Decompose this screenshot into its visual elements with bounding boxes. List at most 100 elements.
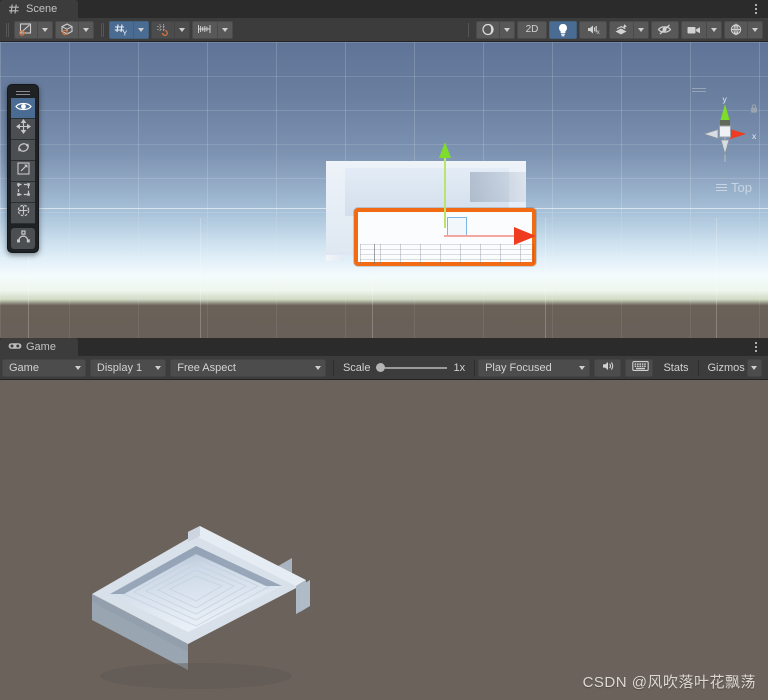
toolbar-divider <box>101 22 102 37</box>
tabbar-empty-space <box>78 0 750 18</box>
play-mode-selector[interactable]: Play Focused <box>478 358 591 377</box>
shading-mode-dropdown[interactable] <box>500 20 515 39</box>
toolbar-divider <box>333 359 334 376</box>
tab-scene-label: Scene <box>26 3 58 15</box>
scene-wall-shadow <box>470 172 526 202</box>
grid-snapping-dropdown[interactable] <box>175 20 190 39</box>
camera-dropdown[interactable] <box>707 20 722 39</box>
grid-hash-icon <box>8 3 21 15</box>
chevron-down-icon <box>222 27 228 32</box>
chevron-down-icon <box>155 365 162 370</box>
move-arrows-icon <box>15 119 31 139</box>
rect-tool-button[interactable] <box>11 182 35 203</box>
scene-tool-gizmos[interactable] <box>723 20 764 39</box>
transform-tool-button[interactable] <box>11 203 35 224</box>
game-view-selector[interactable]: Game <box>2 358 86 377</box>
scale-tool-button[interactable] <box>11 161 35 182</box>
scene-more-options-icon[interactable] <box>750 0 768 18</box>
mute-audio-button[interactable] <box>594 358 622 377</box>
white-open-box-mesh <box>92 526 310 689</box>
half-sphere-icon[interactable] <box>476 20 500 39</box>
ruler-increment-icon[interactable] <box>192 20 218 39</box>
transform-handle-y-axis[interactable] <box>444 148 446 228</box>
scene-viewport[interactable]: y x Top <box>0 42 768 338</box>
chevron-down-icon <box>579 365 586 370</box>
shaded-wireframe-icon[interactable] <box>14 20 38 39</box>
aspect-selector-value: Free Aspect <box>177 361 236 374</box>
gizmos-dropdown[interactable] <box>746 358 763 377</box>
transform-handle-plane[interactable] <box>447 217 467 237</box>
scene-tool-shading-mode[interactable] <box>475 20 516 39</box>
game-more-options-icon[interactable] <box>750 338 768 356</box>
speaker-icon <box>601 360 616 375</box>
tab-scene[interactable]: Scene <box>0 0 78 18</box>
gizmo-globe-icon[interactable] <box>724 20 748 39</box>
object-edge-tick <box>374 244 375 264</box>
play-mode-selector-value: Play Focused <box>485 361 552 374</box>
lightbulb-icon[interactable] <box>549 20 577 39</box>
toolbar-divider <box>468 22 469 37</box>
tab-game[interactable]: Game <box>0 338 78 356</box>
chevron-down-icon <box>504 27 510 32</box>
tabbar-empty-space <box>78 338 750 356</box>
gizmos-button[interactable]: Gizmos <box>702 362 747 374</box>
aspect-selector[interactable]: Free Aspect <box>170 358 326 377</box>
scene-tool-draw-mode[interactable] <box>13 20 54 39</box>
transform-handle-y-cone[interactable] <box>439 142 451 158</box>
scene-tool-snap-increment[interactable] <box>191 20 234 39</box>
view-tool-button[interactable] <box>11 98 35 119</box>
transform-handle-x-cone[interactable] <box>514 227 536 245</box>
ground-axis-vertical <box>716 218 717 338</box>
unity-editor-window: Scene Y 2D x y x Top Game Game Display 1… <box>0 0 768 700</box>
stats-button[interactable]: Stats <box>657 362 694 374</box>
draw-mode-dropdown[interactable] <box>38 20 53 39</box>
padlock-icon[interactable] <box>750 100 758 113</box>
svg-text:x: x <box>752 131 757 141</box>
scene-tabbar: Scene <box>0 0 768 18</box>
toolbar-divider <box>474 359 476 376</box>
speaker-muted-icon[interactable]: x <box>579 20 607 39</box>
custom-editor-tool-button[interactable] <box>11 228 35 249</box>
eye-slash-icon[interactable] <box>651 20 679 39</box>
rect-transform-icon <box>16 182 31 202</box>
scene-tool-render-mode[interactable] <box>54 20 95 39</box>
view-orientation-text: Top <box>731 180 752 195</box>
scene-orientation-gizmo[interactable]: y x <box>690 86 760 186</box>
grid-snap-icon[interactable] <box>151 20 175 39</box>
2d-toggle-button[interactable]: 2D <box>517 20 547 39</box>
gizmo-drag-handle[interactable] <box>692 88 706 92</box>
rotate-tool-button[interactable] <box>11 140 35 161</box>
transform-handle-x-axis[interactable] <box>444 235 516 237</box>
chevron-down-icon <box>138 27 144 32</box>
grid-axis-dropdown[interactable] <box>134 20 149 39</box>
snap-increment-dropdown[interactable] <box>218 20 233 39</box>
scale-slider[interactable] <box>376 363 448 372</box>
slider-knob[interactable] <box>376 363 386 372</box>
cube-shading-icon[interactable] <box>55 20 79 39</box>
effects-dropdown[interactable] <box>634 20 649 39</box>
scene-tool-palette[interactable] <box>7 84 39 253</box>
render-mode-dropdown[interactable] <box>79 20 94 39</box>
combined-transform-icon <box>16 203 31 223</box>
grid-y-axis-icon[interactable]: Y <box>109 20 134 39</box>
chevron-down-icon <box>638 27 644 32</box>
scene-tool-camera[interactable] <box>680 20 723 39</box>
2d-toggle-label: 2D <box>525 24 539 35</box>
gizmos-dropdown[interactable] <box>748 20 763 39</box>
scene-tool-grid-axis[interactable]: Y <box>108 20 150 39</box>
slider-rail[interactable] <box>385 366 448 369</box>
move-tool-button[interactable] <box>11 119 35 140</box>
scene-tool-effects[interactable] <box>608 20 650 39</box>
camera-icon[interactable] <box>681 20 707 39</box>
scene-panel: Scene Y 2D x y x Top <box>0 0 768 338</box>
keyboard-input-button[interactable] <box>625 358 654 377</box>
scale-value-label: 1x <box>453 361 466 374</box>
chevron-down-icon <box>711 27 717 32</box>
fx-sparkle-icon[interactable] <box>609 20 634 39</box>
editor-tool-icon <box>16 229 31 248</box>
display-selector[interactable]: Display 1 <box>89 358 167 377</box>
palette-drag-handle[interactable] <box>11 88 35 98</box>
scene-view-orientation-label[interactable]: Top <box>716 180 752 195</box>
game-viewport[interactable]: CSDN @风吹落叶花飘荡 <box>0 380 768 700</box>
scene-tool-grid-snapping[interactable] <box>150 20 191 39</box>
